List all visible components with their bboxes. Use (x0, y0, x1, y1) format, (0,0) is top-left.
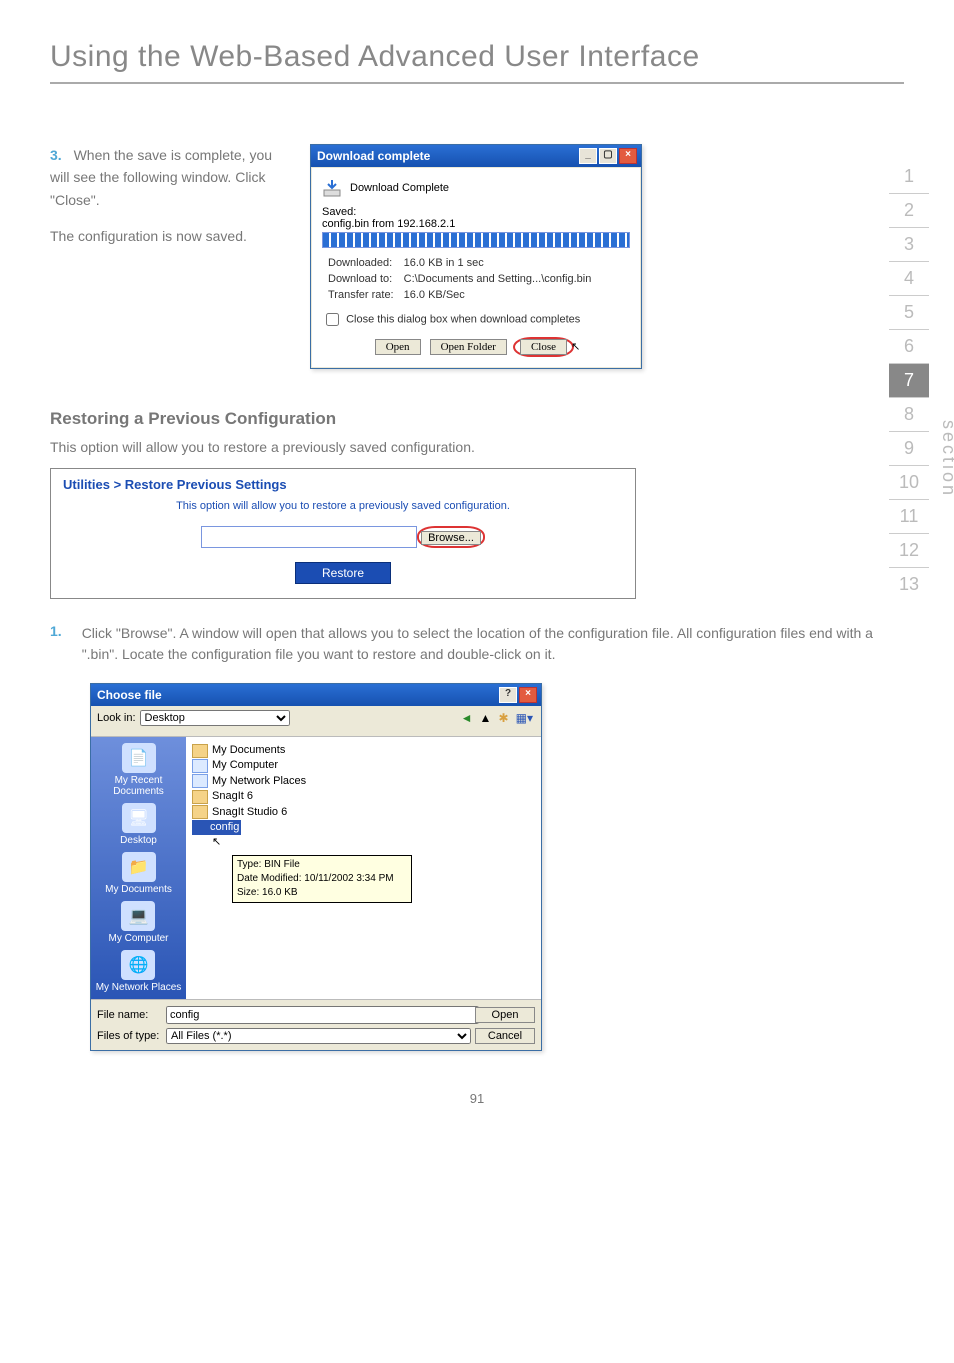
progress-bar (322, 232, 630, 248)
filetype-select[interactable]: All Files (*.*) (166, 1028, 471, 1044)
cursor-icon: ↖ (212, 835, 221, 850)
ladder-12[interactable]: 12 (889, 533, 929, 567)
ladder-label: section (938, 420, 954, 498)
download-dialog-title: Download complete (317, 149, 430, 163)
restore-panel-title: Utilities > Restore Previous Settings (63, 477, 623, 492)
step-1-num: 1. (50, 623, 62, 665)
restore-panel-line: This option will allow you to restore a … (63, 500, 623, 512)
step-1-text: Click "Browse". A window will open that … (82, 623, 904, 665)
page-number: 91 (50, 1091, 904, 1106)
ladder-2[interactable]: 2 (889, 193, 929, 227)
ladder-6[interactable]: 6 (889, 329, 929, 363)
list-item: SnagIt Studio 6 (192, 805, 535, 820)
back-icon[interactable]: ◄ (461, 711, 473, 725)
place-recent[interactable]: 📄My Recent Documents (91, 743, 186, 797)
filename-label: File name: (97, 1009, 162, 1021)
downloaded-label: Downloaded: (324, 256, 398, 270)
list-item: SnagIt 6 (192, 789, 535, 804)
close-button[interactable]: Close (520, 339, 567, 355)
ladder-4[interactable]: 4 (889, 261, 929, 295)
list-item: My Computer (192, 758, 535, 773)
list-item: My Network Places (192, 774, 535, 789)
saved-file: config.bin from 192.168.2.1 (322, 218, 630, 230)
downloadto-value: C:\Documents and Setting...\config.bin (400, 272, 596, 286)
ladder-7[interactable]: 7 (889, 363, 929, 397)
lookin-select[interactable]: Desktop (140, 710, 290, 726)
cursor-icon: ↖ (571, 341, 580, 353)
downloaded-value: 16.0 KB in 1 sec (400, 256, 596, 270)
filetype-label: Files of type: (97, 1030, 162, 1042)
filename-input[interactable] (166, 1006, 479, 1024)
ladder-11[interactable]: 11 (889, 499, 929, 533)
newfolder-icon[interactable]: ✱ (499, 711, 509, 725)
minimize-icon[interactable]: _ (579, 148, 597, 164)
close-on-complete-label: Close this dialog box when download comp… (346, 313, 580, 325)
place-network[interactable]: 🌐My Network Places (96, 950, 182, 993)
ladder-13[interactable]: 13 (889, 567, 929, 601)
step-3-num: 3. (50, 147, 62, 163)
cancel-button[interactable]: Cancel (475, 1028, 535, 1044)
ladder-1[interactable]: 1 (889, 160, 929, 193)
title-underline (50, 82, 904, 84)
list-item: My Documents (192, 743, 535, 758)
maximize-icon[interactable]: ▢ (599, 148, 617, 164)
open-folder-button[interactable]: Open Folder (430, 339, 507, 355)
lookin-label: Look in: (97, 712, 136, 724)
browse-highlight: Browse... (417, 526, 485, 548)
choose-file-dialog: Choose file ? × Look in: Desktop ◄ ▲ ✱ ▦… (90, 683, 542, 1051)
close-icon[interactable]: × (619, 148, 637, 164)
place-mydocs[interactable]: 📁My Documents (105, 852, 172, 895)
ladder-9[interactable]: 9 (889, 431, 929, 465)
up-icon[interactable]: ▲ (480, 711, 492, 725)
ladder-8[interactable]: 8 (889, 397, 929, 431)
close-on-complete-checkbox[interactable] (326, 313, 339, 326)
file-tooltip: Type: BIN File Date Modified: 10/11/2002… (232, 855, 412, 903)
ladder-3[interactable]: 3 (889, 227, 929, 261)
section-ladder: 1 2 3 4 5 6 7 8 9 10 11 12 13 (889, 160, 929, 601)
download-complete-dialog: Download complete _ ▢ × Download Complet… (310, 144, 642, 369)
restore-panel: Utilities > Restore Previous Settings Th… (50, 468, 636, 599)
choose-file-title: Choose file (97, 688, 162, 702)
page-title: Using the Web-Based Advanced User Interf… (50, 40, 904, 74)
step-3-body: When the save is complete, you will see … (50, 147, 272, 208)
restore-desc: This option will allow you to restore a … (50, 437, 904, 458)
download-header: Download Complete (350, 182, 449, 194)
ladder-10[interactable]: 10 (889, 465, 929, 499)
step-3-text: 3. When the save is complete, you will s… (50, 144, 280, 211)
download-icon (322, 178, 342, 198)
views-icon[interactable]: ▦▾ (516, 711, 533, 725)
ladder-5[interactable]: 5 (889, 295, 929, 329)
close-highlight: Close (513, 337, 574, 357)
step-3-text2: The configuration is now saved. (50, 225, 280, 247)
browse-button[interactable]: Browse... (421, 531, 481, 545)
downloadto-label: Download to: (324, 272, 398, 286)
list-item: config (192, 820, 535, 835)
place-mycomp[interactable]: 💻My Computer (108, 901, 168, 944)
close-icon[interactable]: × (519, 687, 537, 703)
place-desktop[interactable]: 🖥Desktop (120, 803, 157, 846)
places-bar: 📄My Recent Documents 🖥Desktop 📁My Docume… (91, 737, 186, 999)
file-list[interactable]: My Documents My Computer My Network Plac… (192, 743, 535, 899)
restore-file-input[interactable] (201, 526, 417, 548)
restore-button[interactable]: Restore (295, 562, 391, 584)
open-button[interactable]: Open (475, 1007, 535, 1023)
help-icon[interactable]: ? (499, 687, 517, 703)
saved-label: Saved: (322, 206, 630, 218)
open-button[interactable]: Open (375, 339, 421, 355)
rate-label: Transfer rate: (324, 288, 398, 302)
restore-heading: Restoring a Previous Configuration (50, 409, 904, 429)
rate-value: 16.0 KB/Sec (400, 288, 596, 302)
